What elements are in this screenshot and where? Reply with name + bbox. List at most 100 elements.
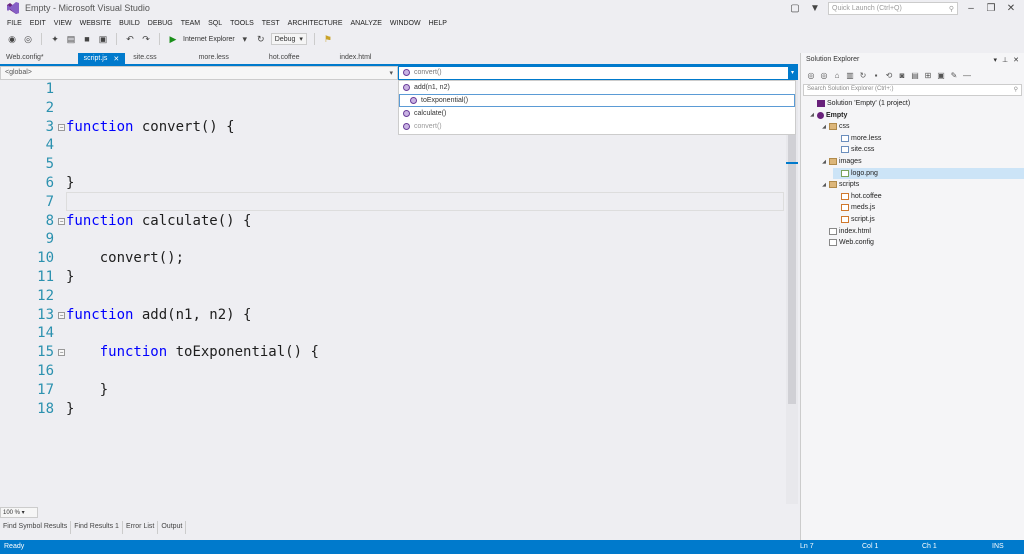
menu-item-view[interactable]: VIEW	[50, 17, 76, 30]
redo-icon[interactable]: ↷	[140, 33, 152, 45]
menu-item-test[interactable]: TEST	[258, 17, 284, 30]
file-html-icon	[829, 227, 837, 235]
solution-explorer-toolbar: ◎ ◎ ⌂ ▥ ↻ ▪ ⟲ ◙ ▤ ⊞ ▣ ✎ —	[801, 66, 1024, 84]
close-icon[interactable]: ✕	[1004, 3, 1018, 14]
back-icon[interactable]: ◎	[806, 70, 816, 80]
pin-icon[interactable]: ⊥	[1002, 56, 1008, 64]
minimize-icon[interactable]: –	[964, 3, 978, 14]
scrollbar-thumb[interactable]	[788, 100, 796, 404]
tree-item[interactable]: ◢ images	[821, 156, 1024, 167]
tree-item[interactable]: site.css	[833, 144, 1024, 155]
member-option[interactable]: calculate()	[399, 107, 795, 120]
tree-item[interactable]: ◢ Empty	[809, 110, 1024, 121]
close-tab-icon[interactable]: ✕	[113, 55, 119, 63]
refresh-icon[interactable]: ↻	[255, 33, 267, 45]
document-tab[interactable]: hot.coffee	[263, 53, 306, 64]
dash-icon[interactable]: —	[962, 70, 972, 80]
menu-item-website[interactable]: WEBSITE	[76, 17, 116, 30]
tree-item[interactable]: script.js	[833, 214, 1024, 225]
pending-changes-icon[interactable]: ▥	[845, 70, 855, 80]
tree-item[interactable]: meds.js	[833, 202, 1024, 213]
view-code-icon[interactable]: ⊞	[923, 70, 933, 80]
zoom-level-select[interactable]: 100 % ▾	[0, 507, 38, 518]
open-file-icon[interactable]: ▤	[65, 33, 77, 45]
menu-item-file[interactable]: FILE	[3, 17, 26, 30]
quick-launch-input[interactable]: Quick Launch (Ctrl+Q) ⚲	[828, 2, 958, 15]
menu-item-architecture[interactable]: ARCHITECTURE	[284, 17, 347, 30]
restore-icon[interactable]: ❐	[984, 3, 998, 14]
wrench-icon[interactable]: ✎	[949, 70, 959, 80]
tree-item[interactable]: Solution 'Empty' (1 project)	[809, 98, 1024, 109]
save-icon[interactable]: ■	[81, 33, 93, 45]
tree-item[interactable]: Web.config	[821, 237, 1024, 248]
keyword: function	[66, 212, 134, 229]
collapse-all-icon[interactable]: ▪	[871, 70, 881, 80]
document-tab[interactable]: script.js ✕	[77, 53, 126, 64]
browser-dropdown-icon[interactable]: ▾	[239, 33, 251, 45]
undo-icon[interactable]: ↶	[124, 33, 136, 45]
collapse-region-icon[interactable]: −	[58, 123, 65, 131]
collapse-region-icon[interactable]: −	[58, 217, 65, 225]
expand-arrow-icon[interactable]: ◢	[821, 159, 827, 165]
line-number: 9	[45, 231, 54, 248]
document-tab[interactable]: more.less	[193, 53, 235, 64]
collapse-region-icon[interactable]: −	[58, 349, 65, 357]
refresh-icon[interactable]: ⟲	[884, 70, 894, 80]
expand-arrow-icon[interactable]: ◢	[821, 182, 827, 188]
tree-item[interactable]: logo.png	[833, 167, 1024, 179]
solution-search-input[interactable]: Search Solution Explorer (Ctrl+;) ⚲	[803, 84, 1022, 96]
collapse-region-icon[interactable]: −	[58, 311, 65, 319]
menu-item-analyze[interactable]: ANALYZE	[347, 17, 386, 30]
bookmark-icon[interactable]: ⚑	[322, 33, 334, 45]
forward-icon[interactable]: ◎	[819, 70, 829, 80]
menu-item-tools[interactable]: TOOLS	[226, 17, 258, 30]
save-all-icon[interactable]: ▣	[97, 33, 109, 45]
bottom-tab[interactable]: Find Results 1	[71, 521, 123, 534]
browser-selector[interactable]: Internet Explorer	[183, 36, 235, 43]
tree-item[interactable]: hot.coffee	[833, 191, 1024, 202]
member-option[interactable]: add(n1, n2)	[399, 81, 795, 94]
menu-item-sql[interactable]: SQL	[204, 17, 226, 30]
close-icon[interactable]: ✕	[1013, 56, 1019, 64]
solution-configuration-select[interactable]: Debug ▾	[270, 33, 307, 45]
menu-item-edit[interactable]: EDIT	[26, 17, 50, 30]
window-position-icon[interactable]: ▾	[994, 56, 998, 64]
member-option[interactable]: toExponential()	[399, 94, 795, 107]
show-all-files-icon[interactable]: ◙	[897, 70, 907, 80]
expand-arrow-icon[interactable]: ◢	[809, 112, 815, 118]
tree-item[interactable]: ◢ scripts	[821, 179, 1024, 190]
bottom-tab[interactable]: Find Symbol Results	[0, 521, 72, 534]
tree-item[interactable]: more.less	[833, 133, 1024, 144]
chevron-down-icon[interactable]: ▾	[788, 67, 797, 79]
sync-icon[interactable]: ↻	[858, 70, 868, 80]
scope-dropdown[interactable]: <global> ▾	[0, 66, 398, 80]
menu-item-window[interactable]: WINDOW	[386, 17, 425, 30]
bottom-tab[interactable]: Output	[158, 521, 187, 534]
menu-item-debug[interactable]: DEBUG	[144, 17, 177, 30]
member-option[interactable]: convert()	[399, 120, 795, 133]
properties-icon[interactable]: ▤	[910, 70, 920, 80]
vertical-scrollbar[interactable]	[786, 80, 798, 504]
tree-item[interactable]: index.html	[821, 226, 1024, 237]
home-icon[interactable]: ⌂	[832, 70, 842, 80]
new-project-icon[interactable]: ✦	[49, 33, 61, 45]
document-tab[interactable]: index.html	[334, 53, 378, 64]
scope-value: <global>	[5, 69, 32, 76]
feedback-icon[interactable]: ▼	[808, 3, 822, 14]
notifications-icon[interactable]: ▢	[788, 3, 802, 14]
menu-item-help[interactable]: HELP	[425, 17, 451, 30]
document-tab[interactable]: Web.config*	[0, 53, 50, 64]
navigate-forward-icon[interactable]: ◎	[22, 33, 34, 45]
expand-arrow-icon[interactable]: ◢	[821, 124, 827, 130]
menu-item-team[interactable]: TEAM	[177, 17, 204, 30]
bottom-tab[interactable]: Error List	[123, 521, 159, 534]
menu-item-build[interactable]: BUILD	[115, 17, 144, 30]
navigate-back-icon[interactable]: ◉	[6, 33, 18, 45]
member-dropdown[interactable]: convert() ▾	[398, 66, 798, 80]
code-editor[interactable]: 1 2 3− function convert() {4 5 6} 7 8− function …	[0, 80, 786, 504]
member-dropdown-list: add(n1, n2) toExponential() calculate() con…	[398, 80, 796, 135]
document-tab[interactable]: site.css	[127, 53, 162, 64]
tree-item[interactable]: ◢ css	[821, 121, 1024, 132]
preview-icon[interactable]: ▣	[936, 70, 946, 80]
start-debug-icon[interactable]: ▶	[167, 33, 179, 45]
